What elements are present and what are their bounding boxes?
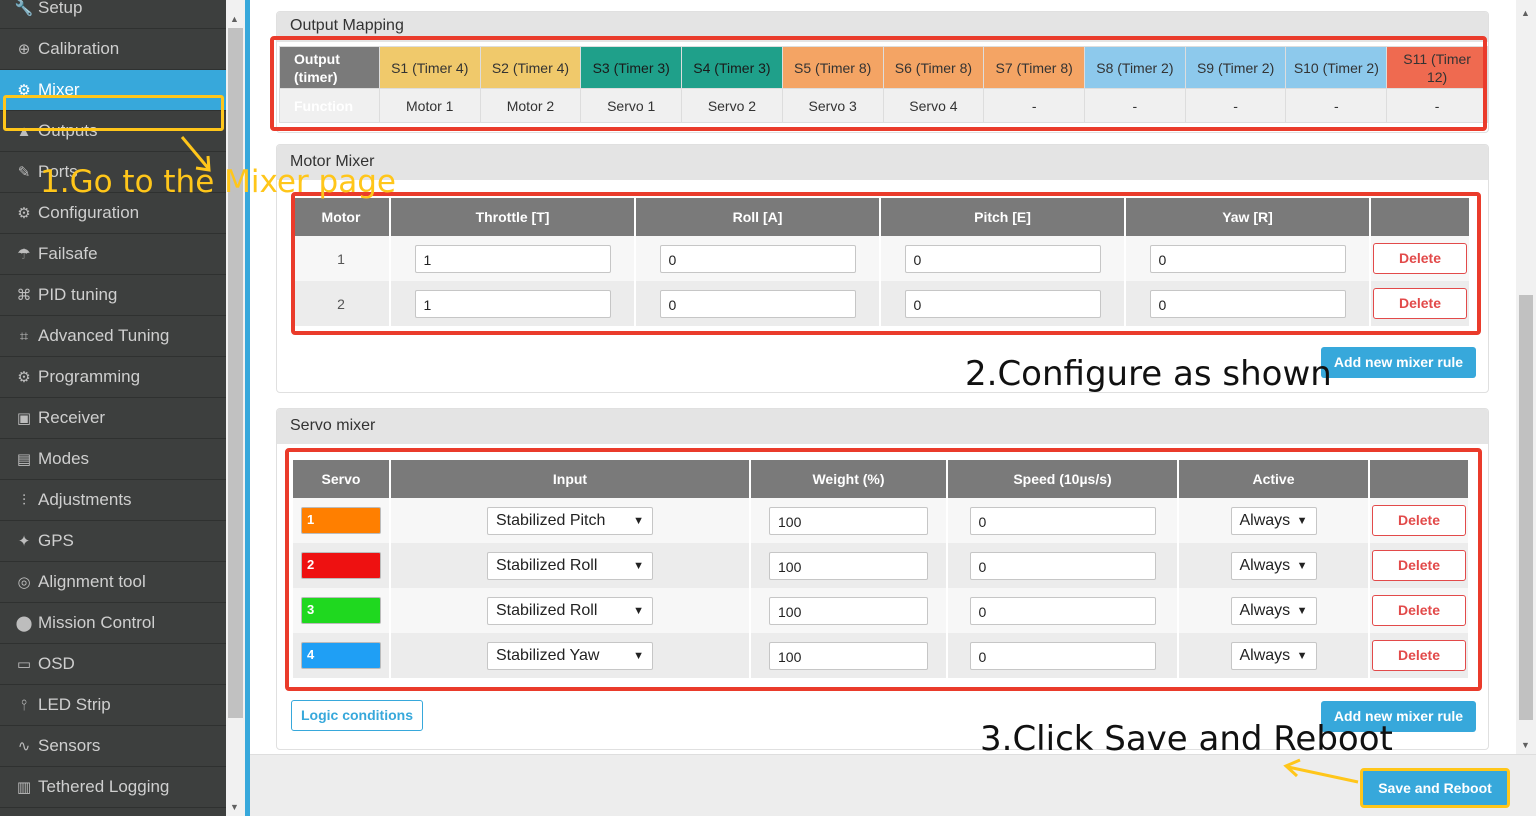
sidebar-item-label: Alignment tool — [38, 572, 146, 591]
sidebar-item-adjustments[interactable]: ⫶ Adjustments — [0, 480, 226, 521]
satellite-icon: ✦ — [17, 533, 31, 550]
sidebar-item-label: Sensors — [38, 736, 101, 755]
crosshair-icon: ⊕ — [17, 41, 31, 58]
compass-icon: ◎ — [17, 574, 31, 591]
wrench-icon: 🔧 — [14, 0, 34, 17]
receiver-icon: ▣ — [16, 410, 32, 427]
scrollbar-thumb[interactable] — [1519, 295, 1533, 720]
step3-annotation: 3.Click Save and Reboot — [980, 719, 1393, 759]
sidebar-item-label: GPS — [38, 531, 74, 550]
sidebar-item-label: Setup — [38, 0, 83, 17]
sidebar-item-gps[interactable]: ✦ GPS — [0, 521, 226, 562]
sidebar-item-mission-control[interactable]: ⬤ Mission Control — [0, 603, 226, 644]
scrollbar-thumb[interactable] — [228, 28, 243, 718]
sidebar-item-label: Failsafe — [38, 244, 98, 263]
servo-mixer-title: Servo mixer — [277, 409, 1488, 444]
sidebar-item-calibration[interactable]: ⊕ Calibration — [0, 29, 226, 70]
sidebar-item-modes[interactable]: ▤ Modes — [0, 439, 226, 480]
modes-icon: ▤ — [16, 451, 32, 468]
sidebar-nav: 🔧 Setup ⊕ Calibration ⚙ Mixer ▲ Outputs ✎ Ports ⚙ C… — [0, 0, 226, 816]
sidebar-item-advanced-tuning[interactable]: ⌗ Advanced Tuning — [0, 316, 226, 357]
sidebar-item-setup[interactable]: 🔧 Setup — [0, 0, 226, 29]
sidebar-item-receiver[interactable]: ▣ Receiver — [0, 398, 226, 439]
sidebar-scrollbar[interactable]: ▲ ▼ — [226, 0, 245, 816]
advanced-tuning-icon: ⌗ — [19, 327, 29, 345]
motor-mixer-highlight-box — [291, 192, 1481, 335]
sidebar-item-failsafe[interactable]: ☂ Failsafe — [0, 234, 226, 275]
sliders-icon: ⫶ — [22, 491, 26, 509]
mixer-highlight-box — [3, 95, 224, 131]
sidebar-item-label: Adjustments — [38, 490, 132, 509]
motor-mixer-title: Motor Mixer — [277, 145, 1488, 180]
scroll-down-arrow-icon[interactable]: ▼ — [1521, 740, 1530, 750]
logging-icon: ▥ — [16, 779, 32, 796]
sidebar-item-label: Advanced Tuning — [38, 326, 170, 345]
sidebar-item-label: OSD — [38, 654, 75, 673]
sidebar-item-osd[interactable]: ▭ OSD — [0, 644, 226, 685]
sidebar-item-label: Calibration — [38, 39, 120, 58]
sidebar-item-label: Configuration — [38, 203, 140, 222]
gear-icon: ⚙ — [17, 205, 31, 222]
led-icon: ⫯ — [20, 696, 28, 714]
parachute-icon: ☂ — [17, 246, 31, 263]
sidebar-item-label: Programming — [38, 367, 141, 386]
sitemap-icon: ⌘ — [16, 287, 32, 304]
servo-mixer-highlight-box — [285, 448, 1482, 691]
arrow-to-save-icon — [1283, 758, 1359, 784]
sidebar-item-led-strip[interactable]: ⫯ LED Strip — [0, 685, 226, 726]
save-and-reboot-button[interactable]: Save and Reboot — [1360, 768, 1510, 808]
step1-annotation: 1.Go to the Mixer page — [40, 164, 396, 200]
main-scrollbar[interactable]: ▲ ▼ — [1516, 0, 1536, 760]
sidebar-item-label: PID tuning — [38, 285, 118, 304]
plug-icon: ✎ — [17, 164, 31, 181]
sidebar-item-pid-tuning[interactable]: ⌘ PID tuning — [0, 275, 226, 316]
logic-conditions-button[interactable]: Logic conditions — [291, 700, 423, 731]
sidebar-item-alignment-tool[interactable]: ◎ Alignment tool — [0, 562, 226, 603]
sidebar-item-label: LED Strip — [38, 695, 111, 714]
scroll-down-arrow-icon[interactable]: ▼ — [230, 802, 239, 812]
scroll-up-arrow-icon[interactable]: ▲ — [1521, 8, 1530, 18]
sidebar-item-label: Modes — [38, 449, 90, 468]
sidebar-item-label: Tethered Logging — [38, 777, 170, 796]
scroll-up-arrow-icon[interactable]: ▲ — [230, 14, 239, 24]
sidebar-item-label: Mission Control — [38, 613, 156, 632]
sidebar-item-tethered-logging[interactable]: ▥ Tethered Logging — [0, 767, 226, 808]
output-mapping-highlight-box — [270, 36, 1487, 131]
map-marker-icon: ⬤ — [15, 615, 33, 632]
gear-icon: ⚙ — [17, 369, 31, 386]
add-motor-mixer-rule-button[interactable]: Add new mixer rule — [1321, 347, 1476, 378]
sidebar-item-sensors[interactable]: ∿ Sensors — [0, 726, 226, 767]
osd-icon: ▭ — [16, 656, 32, 673]
step2-annotation: 2.Configure as shown — [965, 354, 1332, 394]
sidebar-item-label: Receiver — [38, 408, 106, 427]
sensors-icon: ∿ — [17, 738, 31, 755]
sidebar-item-programming[interactable]: ⚙ Programming — [0, 357, 226, 398]
